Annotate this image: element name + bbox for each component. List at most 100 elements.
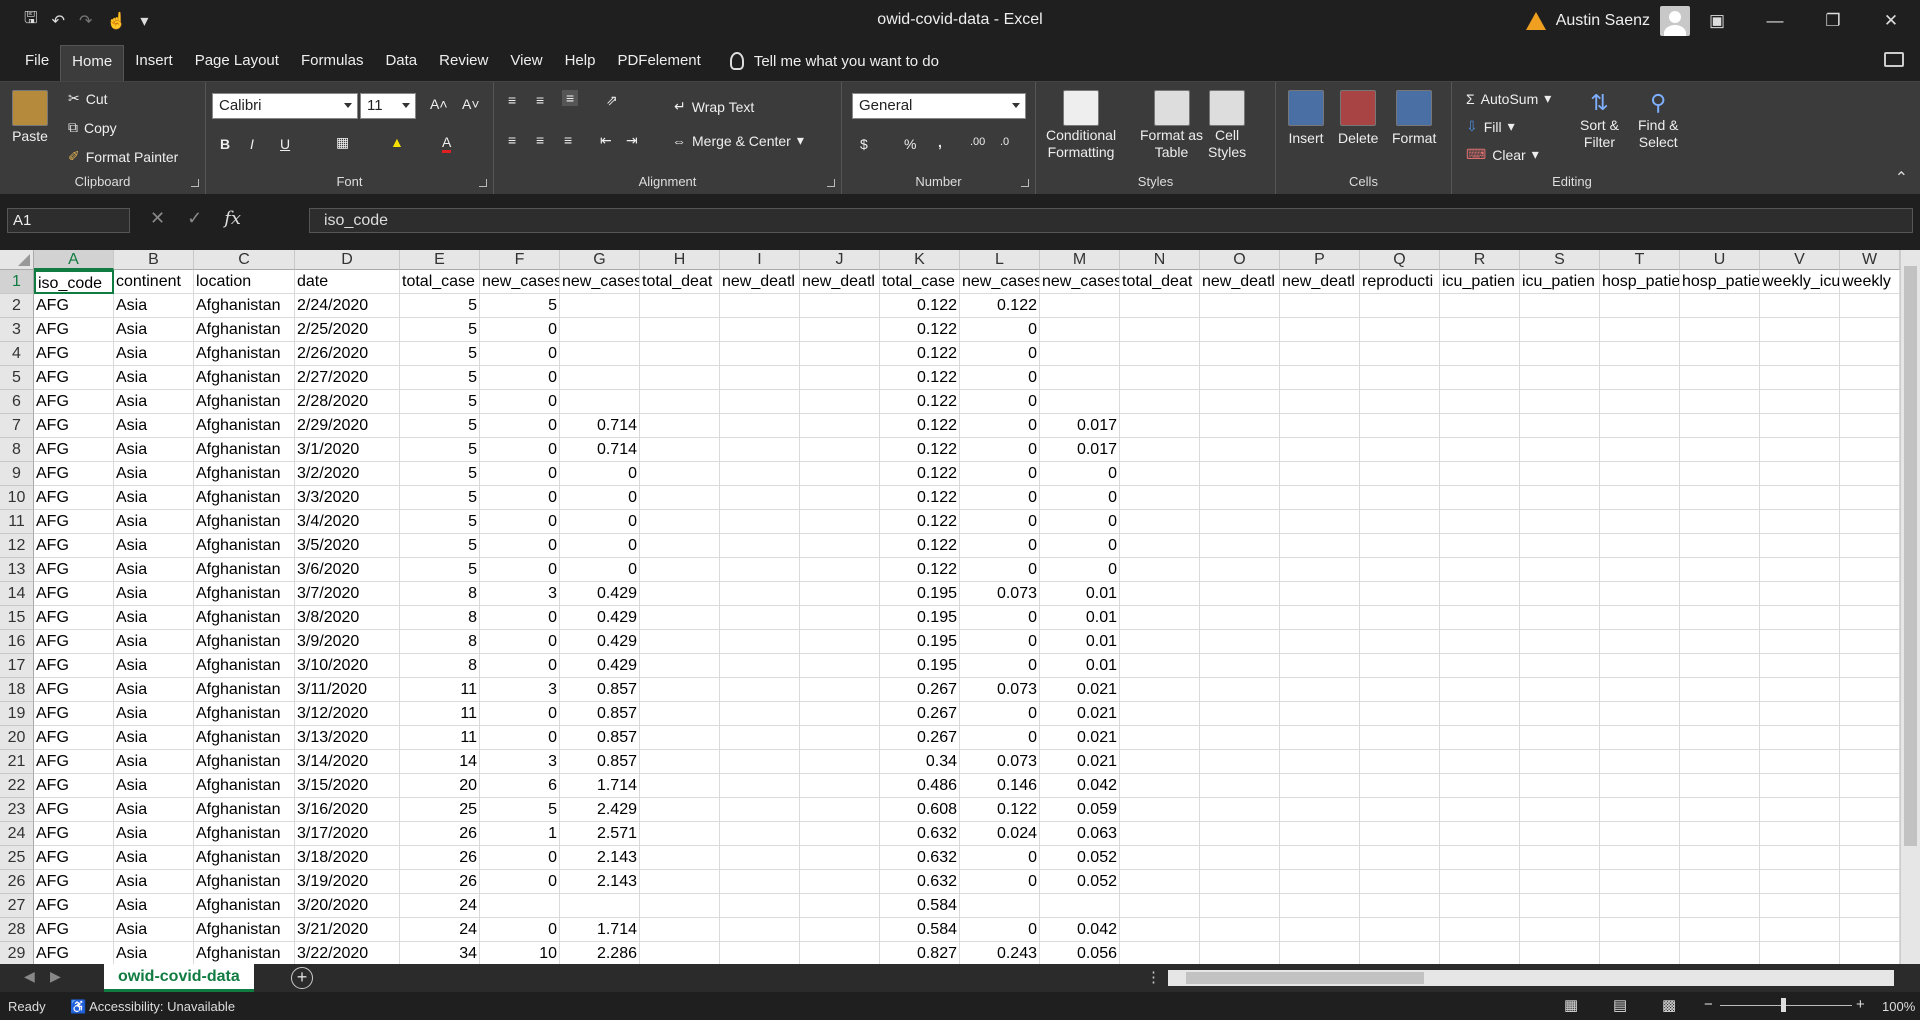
table-cell[interactable] <box>1120 462 1200 486</box>
format-painter-button[interactable]: ✐ Format Painter <box>68 148 178 165</box>
table-cell[interactable]: AFG <box>34 654 114 678</box>
table-cell[interactable] <box>1520 750 1600 774</box>
vertical-scrollbar[interactable] <box>1900 250 1920 964</box>
table-cell[interactable]: 5 <box>400 486 480 510</box>
table-cell[interactable] <box>1120 822 1200 846</box>
table-cell[interactable]: 0 <box>560 462 640 486</box>
table-cell[interactable] <box>800 414 880 438</box>
table-cell[interactable]: 0.267 <box>880 702 960 726</box>
undo-icon[interactable]: ↶ <box>52 11 65 31</box>
table-cell[interactable] <box>1200 942 1280 964</box>
table-cell[interactable]: 5 <box>400 462 480 486</box>
table-cell[interactable]: 0 <box>560 486 640 510</box>
horizontal-scrollbar[interactable] <box>1168 970 1894 986</box>
table-cell[interactable]: 0.073 <box>960 678 1040 702</box>
table-cell[interactable] <box>1200 462 1280 486</box>
table-cell[interactable]: Afghanistan <box>194 342 295 366</box>
row-header[interactable]: 7 <box>0 414 34 438</box>
table-cell[interactable]: 0.714 <box>560 438 640 462</box>
table-cell[interactable]: Asia <box>114 822 194 846</box>
header-cell[interactable]: total_deat <box>1120 270 1200 294</box>
table-cell[interactable] <box>1440 822 1520 846</box>
tab-review[interactable]: Review <box>428 43 499 79</box>
header-cell[interactable]: total_case <box>880 270 960 294</box>
table-cell[interactable] <box>1680 486 1760 510</box>
table-cell[interactable]: 2/26/2020 <box>295 342 400 366</box>
header-cell[interactable]: weekly_icu <box>1760 270 1840 294</box>
table-cell[interactable] <box>1360 942 1440 964</box>
row-header[interactable]: 12 <box>0 534 34 558</box>
find-select-button[interactable]: ⚲ Find & Select <box>1638 90 1678 150</box>
table-cell[interactable]: 0 <box>960 870 1040 894</box>
number-format-select[interactable]: General <box>852 93 1026 119</box>
table-cell[interactable]: 0.052 <box>1040 870 1120 894</box>
table-cell[interactable] <box>1760 486 1840 510</box>
table-cell[interactable] <box>1200 894 1280 918</box>
table-cell[interactable]: Asia <box>114 606 194 630</box>
underline-button[interactable]: U <box>280 136 290 152</box>
table-cell[interactable] <box>1120 390 1200 414</box>
table-cell[interactable] <box>1760 870 1840 894</box>
table-cell[interactable]: 3/19/2020 <box>295 870 400 894</box>
table-cell[interactable] <box>1360 582 1440 606</box>
table-cell[interactable] <box>1200 678 1280 702</box>
table-cell[interactable] <box>1360 630 1440 654</box>
table-cell[interactable] <box>640 582 720 606</box>
table-cell[interactable]: Afghanistan <box>194 870 295 894</box>
table-cell[interactable] <box>1520 462 1600 486</box>
header-cell[interactable]: total_deat <box>640 270 720 294</box>
table-cell[interactable]: Asia <box>114 390 194 414</box>
touch-mode-icon[interactable]: ☝ <box>106 11 126 31</box>
orientation-icon[interactable]: ⇗ <box>606 92 618 109</box>
table-cell[interactable] <box>1600 870 1680 894</box>
header-cell[interactable]: new_deatl <box>800 270 880 294</box>
table-cell[interactable]: 0 <box>960 630 1040 654</box>
table-cell[interactable] <box>720 870 800 894</box>
table-cell[interactable] <box>800 822 880 846</box>
format-cells-button[interactable]: Format <box>1392 90 1436 146</box>
header-cell[interactable]: icu_patien <box>1440 270 1520 294</box>
table-cell[interactable] <box>1600 678 1680 702</box>
row-header[interactable]: 22 <box>0 774 34 798</box>
table-cell[interactable]: 3/3/2020 <box>295 486 400 510</box>
table-cell[interactable]: 5 <box>400 534 480 558</box>
cell-styles-button[interactable]: Cell Styles <box>1208 90 1246 160</box>
table-cell[interactable]: 11 <box>400 702 480 726</box>
comma-button[interactable]: , <box>938 134 942 150</box>
table-cell[interactable] <box>1760 630 1840 654</box>
prev-sheet-icon[interactable]: ◀ <box>24 968 35 985</box>
table-cell[interactable]: 0 <box>1040 534 1120 558</box>
column-header-v[interactable]: V <box>1760 250 1840 270</box>
table-cell[interactable] <box>1280 726 1360 750</box>
table-cell[interactable]: 0.243 <box>960 942 1040 964</box>
table-cell[interactable] <box>1360 414 1440 438</box>
table-cell[interactable]: AFG <box>34 414 114 438</box>
row-header[interactable]: 18 <box>0 678 34 702</box>
table-cell[interactable]: Asia <box>114 462 194 486</box>
column-header-d[interactable]: D <box>295 250 400 270</box>
table-cell[interactable] <box>1680 870 1760 894</box>
table-cell[interactable] <box>1280 390 1360 414</box>
table-cell[interactable] <box>560 342 640 366</box>
table-cell[interactable] <box>1680 678 1760 702</box>
table-cell[interactable]: 0.857 <box>560 702 640 726</box>
table-cell[interactable] <box>1360 318 1440 342</box>
table-cell[interactable]: 0.429 <box>560 606 640 630</box>
table-cell[interactable] <box>1680 822 1760 846</box>
table-cell[interactable] <box>1360 438 1440 462</box>
table-cell[interactable] <box>1680 798 1760 822</box>
table-cell[interactable]: 0 <box>480 606 560 630</box>
table-cell[interactable] <box>1760 534 1840 558</box>
table-cell[interactable] <box>1600 822 1680 846</box>
table-cell[interactable] <box>1600 630 1680 654</box>
table-cell[interactable]: 0.195 <box>880 654 960 678</box>
table-cell[interactable]: Afghanistan <box>194 414 295 438</box>
collapse-ribbon-icon[interactable]: ⌃ <box>1895 168 1908 188</box>
row-header[interactable]: 25 <box>0 846 34 870</box>
table-cell[interactable] <box>1680 630 1760 654</box>
header-cell[interactable]: hosp_patie <box>1680 270 1760 294</box>
column-header-b[interactable]: B <box>114 250 194 270</box>
table-cell[interactable]: 3/1/2020 <box>295 438 400 462</box>
table-cell[interactable] <box>720 750 800 774</box>
table-cell[interactable] <box>720 366 800 390</box>
